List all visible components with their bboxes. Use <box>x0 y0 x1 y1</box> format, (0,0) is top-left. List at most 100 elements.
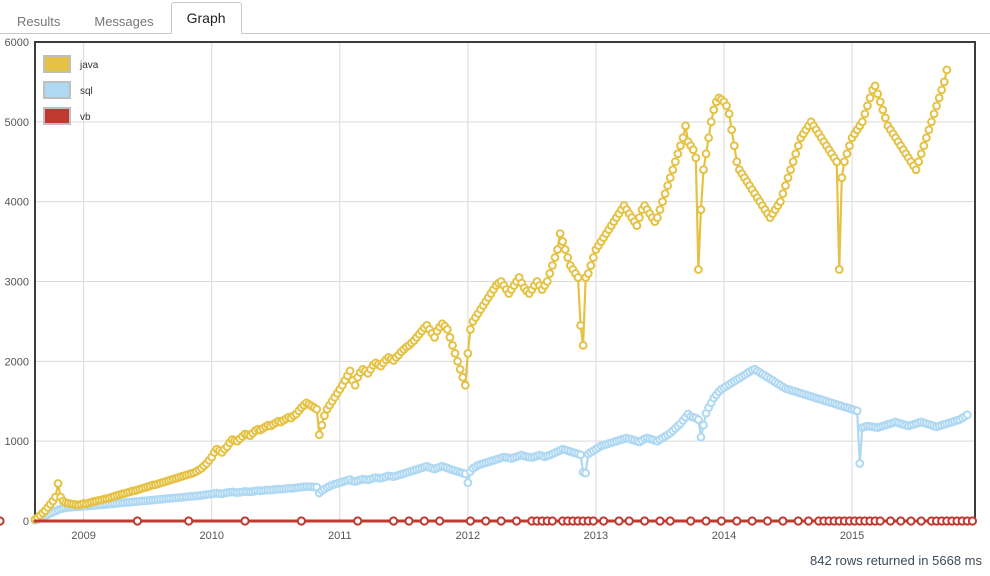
data-point-java <box>832 157 842 167</box>
data-point-java <box>466 325 475 334</box>
data-point-vb <box>778 516 788 526</box>
y-axis-tick-label: 1000 <box>5 436 29 448</box>
data-point-java <box>865 93 875 103</box>
data-point-java <box>927 117 936 127</box>
data-point-java <box>791 149 801 159</box>
data-point-java <box>722 101 731 111</box>
data-point-vb <box>967 516 978 526</box>
data-point-java <box>837 173 847 183</box>
data-point-java <box>693 265 703 274</box>
data-point-java <box>937 85 947 95</box>
data-point-java <box>873 89 883 99</box>
status-bar: 842 rows returned in 5668 ms <box>810 553 982 568</box>
data-point-vb <box>388 516 399 526</box>
data-point-java <box>691 153 701 163</box>
data-point-java <box>786 165 795 175</box>
language-trend-line-chart: 0 1000 2000 3000 4000 5000 6000 2009 2010 2011 201… <box>0 37 978 539</box>
data-point-vb <box>547 516 557 526</box>
data-point-java <box>709 105 719 115</box>
data-point-sql <box>855 459 865 468</box>
chart-legend: java sql vb <box>43 55 99 125</box>
data-point-java <box>445 332 455 342</box>
data-point-vb <box>793 516 803 526</box>
data-point-java <box>665 173 675 183</box>
data-point-java <box>870 81 880 91</box>
graph-results-panel: Results Messages Graph 0 1000 2000 3000 4000 50… <box>0 0 990 576</box>
data-point-java <box>345 366 355 376</box>
data-point-vb <box>404 516 414 526</box>
data-point-java <box>860 109 870 119</box>
data-point-java <box>453 356 463 366</box>
data-point-java <box>668 165 678 175</box>
data-point-java <box>727 125 737 135</box>
data-point-java <box>942 65 952 75</box>
data-point-java <box>934 93 944 103</box>
results-tabbar: Results Messages Graph <box>0 0 990 34</box>
y-axis-tick-label: 2000 <box>5 356 29 368</box>
data-point-java <box>673 149 683 159</box>
data-point-java <box>588 253 598 262</box>
data-point-java <box>681 121 690 131</box>
legend-label-sql: sql <box>80 86 93 97</box>
data-point-java <box>458 372 468 382</box>
x-axis-tick-label: 2010 <box>199 530 223 539</box>
data-point-java <box>706 117 716 127</box>
data-point-java <box>939 77 949 87</box>
tab-graph[interactable]: Graph <box>170 2 242 34</box>
data-point-vb <box>686 516 696 526</box>
data-point-java <box>932 101 941 111</box>
data-point-java <box>732 157 742 167</box>
data-point-java <box>699 165 708 175</box>
data-point-java <box>775 197 785 207</box>
legend-label-vb: vb <box>80 112 91 123</box>
data-point-java <box>632 221 642 231</box>
data-point-java <box>448 340 457 350</box>
data-point-vb <box>588 516 598 526</box>
legend-label-java: java <box>79 60 99 71</box>
data-point-java <box>878 105 888 115</box>
data-point-java <box>875 97 885 107</box>
data-point-vb <box>296 516 306 526</box>
tab-results[interactable]: Results <box>0 8 77 34</box>
data-point-sql <box>699 420 708 430</box>
data-point-java <box>576 321 585 330</box>
y-axis-tick-label: 4000 <box>5 197 29 209</box>
data-point-java <box>550 253 560 262</box>
data-point-java <box>929 109 939 119</box>
data-point-java <box>653 213 662 223</box>
data-point-java <box>839 157 849 167</box>
data-point-vb <box>240 516 250 526</box>
data-point-vb <box>701 516 711 526</box>
data-point-java <box>555 229 565 239</box>
y-axis-tick-label: 6000 <box>5 37 29 49</box>
data-point-vb <box>184 516 194 526</box>
data-point-java <box>863 101 872 111</box>
data-point-sql <box>576 450 585 460</box>
data-point-java <box>660 189 670 199</box>
data-point-java <box>880 113 890 123</box>
data-point-vb <box>496 516 506 526</box>
legend-swatch-vb <box>43 107 71 125</box>
data-point-vb <box>906 516 916 526</box>
data-point-java <box>53 479 63 488</box>
data-point-java <box>542 277 552 286</box>
data-point-java <box>442 325 452 334</box>
data-point-vb <box>599 516 609 526</box>
data-point-vb <box>803 516 814 526</box>
data-point-java <box>655 205 665 215</box>
data-point-java <box>793 141 803 151</box>
data-point-java <box>663 181 673 191</box>
x-axis-tick-label: 2015 <box>840 530 864 539</box>
data-point-java <box>778 189 788 199</box>
x-axis-tick-label: 2012 <box>456 530 480 539</box>
data-point-java <box>563 253 573 262</box>
tab-messages[interactable]: Messages <box>77 8 170 34</box>
data-point-java <box>586 261 596 270</box>
data-point-java <box>724 109 734 119</box>
data-point-java <box>921 133 931 143</box>
data-point-java <box>842 149 852 159</box>
data-point-java <box>919 141 929 151</box>
data-point-java <box>583 269 593 278</box>
data-point-java <box>924 125 934 135</box>
data-point-vb <box>896 516 906 526</box>
